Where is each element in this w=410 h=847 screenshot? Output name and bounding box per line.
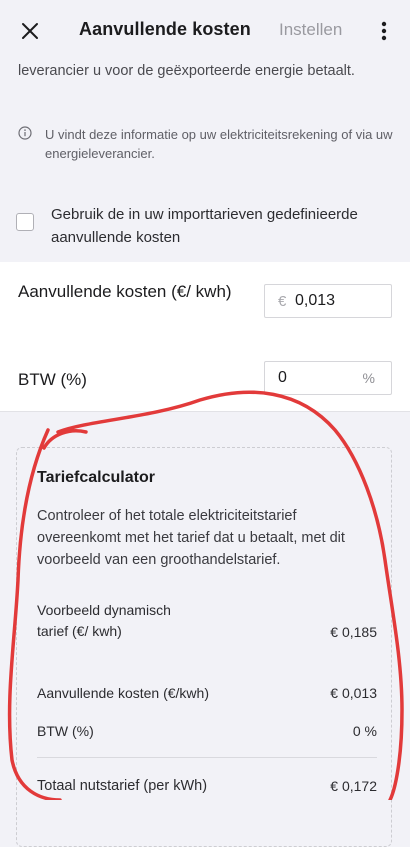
- additional-costs-label: Aanvullende kosten (€/ kwh): [18, 282, 232, 301]
- additional-costs-value: 0,013: [295, 292, 336, 309]
- calculator-line-value: € 0,185: [330, 624, 377, 640]
- calculator-line-label: BTW (%): [37, 723, 94, 739]
- vat-value: 0: [278, 369, 287, 386]
- top-app-bar: Aanvullende kosten Instellen: [0, 0, 410, 62]
- divider: [37, 757, 377, 758]
- vat-row: BTW (%) 0 %: [0, 345, 410, 412]
- calculator-total-value: € 0,172: [330, 778, 377, 794]
- calculator-line-label: Aanvullende kosten (€/kwh): [37, 685, 209, 701]
- additional-costs-row: Aanvullende kosten (€/ kwh) € 0,013: [0, 262, 410, 346]
- more-options-button[interactable]: [370, 15, 398, 47]
- additional-costs-input[interactable]: € 0,013: [264, 284, 392, 318]
- intro-text: leverancier u voor de geëxporteerde ener…: [18, 63, 355, 79]
- vat-label: BTW (%): [18, 370, 87, 389]
- info-text: U vindt deze informatie op uw elektricit…: [45, 127, 393, 161]
- page-title: Aanvullende kosten: [79, 19, 251, 39]
- close-button[interactable]: [14, 15, 46, 47]
- use-import-costs-checkbox[interactable]: [16, 213, 34, 231]
- calculator-line: Voorbeeld dynamisch tarief (€/ kwh) € 0,…: [37, 600, 377, 666]
- use-import-costs-label: Gebruik de in uw importtarieven gedefini…: [51, 206, 358, 246]
- calculator-title: Tariefcalculator: [37, 469, 155, 486]
- calculator-line-value: 0 %: [352, 723, 377, 739]
- euro-prefix: €: [278, 293, 287, 310]
- calculator-line-value: € 0,013: [330, 685, 377, 701]
- vat-input[interactable]: 0 %: [264, 361, 392, 395]
- calculator-line-label: Voorbeeld dynamisch tarief (€/ kwh): [37, 602, 171, 639]
- info-icon: [18, 126, 32, 140]
- set-button[interactable]: Instellen: [279, 20, 342, 40]
- calculator-description: Controleer of het totale elektriciteitst…: [37, 508, 345, 568]
- close-icon: [22, 23, 38, 39]
- percent-suffix: %: [362, 370, 375, 386]
- tariff-calculator-card: Tariefcalculator Controleer of het total…: [16, 447, 392, 847]
- more-vertical-icon: [381, 21, 387, 41]
- calculator-total-label: Totaal nutstarief (per kWh): [37, 778, 208, 794]
